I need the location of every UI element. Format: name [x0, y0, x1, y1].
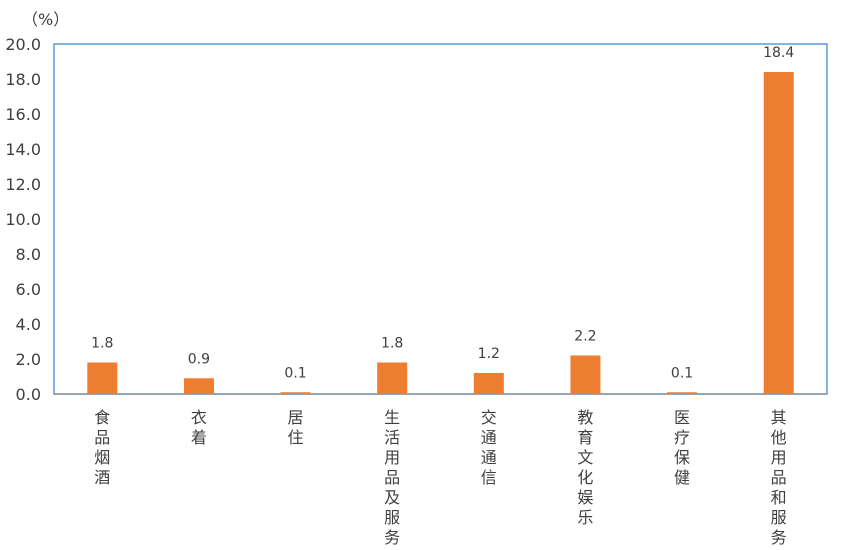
y-tick-label: 18.0	[5, 70, 41, 89]
bar	[473, 373, 504, 394]
bar-chart: 0.0 2.0 4.0 6.0 8.0 10.0 12.0 14.0 16.0 18.0 20.0 1…	[5, 35, 828, 547]
bar	[280, 392, 311, 394]
data-label: 1.2	[478, 346, 500, 362]
data-label: 2.2	[574, 329, 596, 345]
data-label: 18.4	[763, 45, 794, 61]
x-category-label: 居住	[288, 408, 304, 447]
y-tick-label: 0.0	[16, 385, 41, 404]
data-label: 0.9	[188, 351, 210, 367]
y-tick-label: 6.0	[16, 280, 41, 299]
y-tick-label: 16.0	[5, 105, 41, 124]
data-label: 1.8	[91, 336, 113, 352]
y-tick-label: 2.0	[16, 350, 41, 369]
bar	[183, 378, 214, 394]
y-tick-label: 4.0	[16, 315, 41, 334]
bar	[377, 362, 408, 394]
plot-frame	[53, 43, 828, 395]
data-label: 0.1	[671, 365, 693, 381]
bar	[570, 355, 601, 394]
x-category-label: 医疗保健	[674, 408, 690, 487]
data-label: 1.8	[381, 336, 403, 352]
bar	[667, 392, 698, 394]
data-label: 0.1	[284, 365, 306, 381]
x-category-label: 食品烟酒	[94, 408, 110, 487]
x-category-label: 生活用品及服务	[384, 408, 400, 547]
y-tick-label: 10.0	[5, 210, 41, 229]
y-tick-label: 8.0	[16, 245, 41, 264]
x-category-label: 衣着	[191, 408, 207, 447]
y-tick-label: 12.0	[5, 175, 41, 194]
x-category-label: 交通通信	[481, 408, 497, 487]
x-category-label: 教育文化娱乐	[577, 408, 593, 527]
bar	[87, 362, 118, 394]
y-tick-label: 20.0	[5, 35, 41, 54]
bar	[763, 72, 794, 394]
x-category-label: 其他用品和服务	[771, 408, 787, 547]
y-tick-label: 14.0	[5, 140, 41, 159]
